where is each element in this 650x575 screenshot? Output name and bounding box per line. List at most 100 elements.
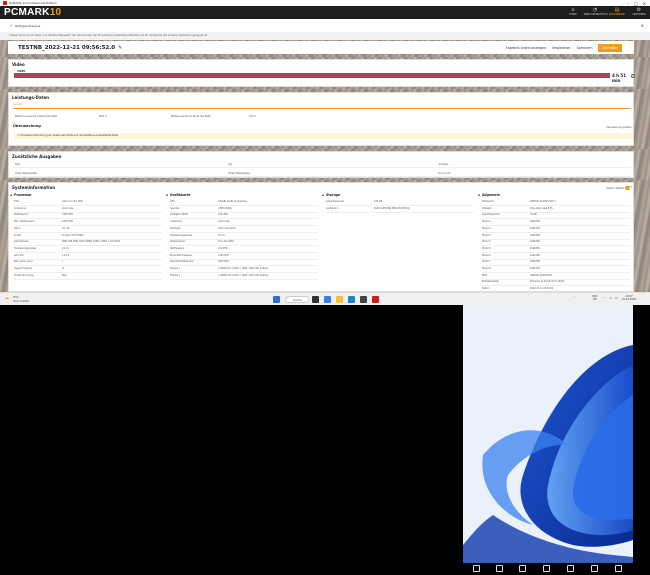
tablet-taskview-icon[interactable] [519, 565, 526, 572]
sysinfo-value: 31.0.101.3616 [218, 240, 235, 244]
video-heading: Video [12, 62, 25, 67]
sysinfo-value: 1024 MB [218, 213, 228, 217]
sysinfo-key: Modul 4 [482, 240, 491, 244]
sysinfo-key: Treiberversion [170, 240, 186, 244]
pass-check-icon [631, 74, 635, 78]
clock[interactable]: 10:07 21.12.2022 [621, 295, 637, 301]
tablet-search-icon[interactable] [496, 565, 503, 572]
sysinfo-key: Laufwerk C: [326, 206, 339, 210]
sysinfo-value: 4400 MHz [62, 220, 73, 224]
maximize-icon[interactable]: □ [634, 1, 638, 6]
battery-icon[interactable]: ▭ [615, 296, 618, 300]
video-result: 4 h 51 min [612, 73, 626, 83]
tablet-taskbar [463, 563, 650, 575]
widgets-icon[interactable] [324, 296, 331, 303]
sysinfo-key: Gesamtspeicher [482, 213, 500, 217]
store-icon[interactable] [360, 296, 367, 303]
sysinfo-value: 10 nm [218, 233, 225, 237]
edit-pencil-icon[interactable]: ✎ [118, 45, 122, 51]
cell-type: Video Wiedergabe [228, 172, 250, 175]
details-toggle[interactable] [625, 186, 632, 190]
tablet-camera-icon[interactable] [591, 565, 598, 572]
sysinfo-key: Display 1 [170, 267, 181, 270]
sysinfo-value: 2400 MHz [218, 260, 229, 264]
sysinfo-key: Modul 7 [482, 260, 491, 264]
sysinfo-key: Hersteller [170, 226, 181, 230]
compare-button[interactable]: Vergleichen [552, 46, 571, 50]
edge-icon[interactable] [348, 296, 355, 303]
nav-home[interactable]: ⌂ HOME [562, 6, 584, 19]
sysinfo-value: 0 MB (DDR4) [218, 206, 233, 210]
system-info-card: Systeminformation System-Details ▪ Prozes… [8, 182, 634, 293]
sysinfo-value: 4096 MB [530, 260, 540, 264]
sysinfo-key: Speichertaktfrequenz [170, 260, 194, 264]
sysinfo-value: 4096 MB [530, 240, 540, 244]
sysinfo-value: 4096 MB [530, 253, 540, 257]
sysinfo-key: Instruktionen [14, 240, 29, 244]
sysinfo-key: Betriebssystem [482, 280, 499, 284]
result-titlebar: ‹ Gültiges Ereignis ✕ [0, 19, 650, 32]
extra-heading: Zusätzliche Ausgaben [12, 154, 62, 159]
sysinfo-value: Alder Lake [62, 206, 74, 210]
sysinfo-group-title: Allgemein [482, 193, 500, 197]
sysinfo-key: Herstellungsprozess [170, 233, 193, 237]
extra-header-row: Test Typ Ausgabe [13, 162, 631, 168]
sysinfo-value: Windows 11 64-bit (10.0.22621) [530, 280, 566, 284]
extra-outputs-card: Zusätzliche Ausgaben Test Typ Ausgabe Vi… [8, 151, 634, 178]
view-online-button[interactable]: Ergebnis online anzeigen [506, 46, 546, 50]
language-indicator[interactable]: DEU DE [590, 295, 600, 301]
close-orange-button[interactable]: Schließen [598, 43, 622, 52]
tablet-settings-icon[interactable] [615, 565, 622, 572]
task-view-icon[interactable] [312, 296, 319, 303]
monitoring-warning: ⚠ Hardware-Monitoring ist deaktiviert wä… [14, 133, 632, 139]
tablet-start-icon[interactable] [473, 565, 480, 572]
save-button[interactable]: Speichern [577, 46, 593, 50]
nav-results[interactable]: ▤ ERGEBNISSE [606, 6, 628, 19]
start-icon[interactable] [273, 296, 280, 303]
sysinfo-value: 4096 MB [530, 226, 540, 230]
back-arrow-icon[interactable]: ‹ [10, 23, 12, 29]
sysinfo-value: LENOVO N3AET66W [530, 273, 552, 277]
battery-end-label: Batterie-Level am Ende des Tests [171, 115, 211, 118]
sysinfo-value: 2022-12-21 09:56:52 [530, 287, 554, 291]
weather-temp[interactable]: 4°C [13, 295, 19, 299]
storage-icon: ▪ [322, 193, 325, 197]
sysinfo-key: Verfügbar VRAM [170, 213, 188, 217]
windows-taskbar: ☁ 4°C Stark bewölkt Suche ⌕ ⌃ DEU DE ◠ ◁ … [0, 292, 650, 305]
tray-chevron-icon[interactable]: ⌃ [573, 296, 576, 300]
sysinfo-value: 4096 MB [530, 267, 540, 270]
tablet-widgets-icon[interactable] [543, 565, 550, 572]
close-result-icon[interactable]: ✕ [641, 23, 644, 28]
sysinfo-value: 3 [62, 260, 64, 264]
performance-tab[interactable]: Laufzeit [13, 103, 22, 106]
sysinfo-value: 1,14 V [62, 253, 70, 257]
close-icon[interactable]: ✕ [643, 1, 646, 6]
performance-card: Leistungs-Daten Laufzeit Batterie-Level … [8, 92, 634, 146]
sysinfo-group-title: Grafikkarte [170, 193, 191, 197]
sysinfo-value: 1300 MHz [62, 213, 73, 217]
tablet-phone-icon[interactable] [567, 565, 574, 572]
sysinfo-key: Mainboard [482, 200, 494, 203]
sysinfo-value: 4096 MB [530, 220, 540, 224]
sysinfo-key: Kerne [14, 226, 21, 230]
sysinfo-key: Modul 5 [482, 246, 491, 250]
sysinfo-key: Taktfrequenz [170, 246, 185, 250]
sysinfo-value: 16 GB [530, 213, 537, 217]
battery-end-value: 3,9 % [249, 115, 256, 118]
pcmark-taskbar-icon[interactable] [372, 296, 379, 303]
col-test: Test [15, 163, 20, 166]
monitoring-details-link[interactable]: Überwachung Details [606, 126, 632, 129]
window-title: PCMARK 10 Professional Edition [9, 1, 57, 5]
explorer-icon[interactable] [336, 296, 343, 303]
nav-options[interactable]: ⚙ OPTIONEN [628, 6, 650, 19]
volume-icon[interactable]: ◁ [609, 296, 611, 300]
sysinfo-key: Titel [14, 200, 19, 203]
pcmark-window: PCMARK 10 Professional Edition – □ ✕ PCM… [0, 0, 650, 305]
sysinfo-key: Codename [14, 206, 26, 210]
minimize-icon[interactable]: – [627, 1, 629, 6]
wifi-icon[interactable]: ◠ [603, 296, 606, 300]
sysinfo-value: Intel Core i5-1235U [62, 200, 84, 203]
weather-text: Stark bewölkt [13, 299, 29, 303]
nav-benchmarks[interactable]: ◔ BENCHMARKTESTS [584, 6, 608, 19]
sysinfo-group-title: Prozessor [14, 193, 32, 197]
